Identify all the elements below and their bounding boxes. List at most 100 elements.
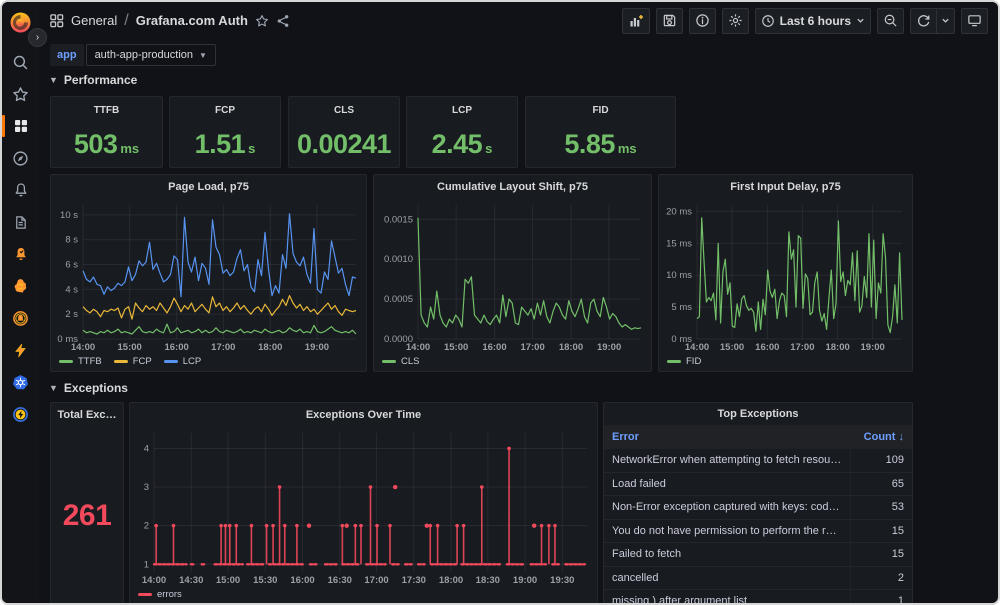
sidebar-item-alerting[interactable]	[2, 174, 39, 206]
sidebar-item-search[interactable]	[2, 46, 39, 78]
stat-panel-lcp: LCP2.45s	[406, 96, 518, 168]
svg-text:17:00: 17:00	[520, 342, 544, 353]
stat-unit: s	[248, 133, 255, 156]
refresh-interval-dropdown[interactable]	[937, 8, 955, 34]
incident-app-icon	[13, 246, 29, 262]
navbar-actions: Last 6 hours	[622, 8, 988, 34]
explore-icon	[12, 150, 29, 167]
sidebar-item-profiles-app[interactable]	[2, 334, 39, 366]
dashboard-settings-button[interactable]	[722, 8, 749, 34]
svg-text:19:30: 19:30	[550, 575, 574, 586]
sidebar-item-dashboards[interactable]	[2, 110, 39, 142]
svg-text:17:00: 17:00	[211, 342, 235, 353]
panel-total-exceptions: Total Exc… 261	[50, 402, 124, 605]
variable-label: app	[50, 44, 84, 66]
share-icon[interactable]	[276, 14, 290, 28]
section-title: Exceptions	[64, 381, 128, 395]
table-row[interactable]: You do not have permission to perform th…	[604, 520, 912, 544]
chevron-down-icon: ▼	[49, 383, 58, 393]
sidebar-item-incident-app[interactable]	[2, 238, 39, 270]
svg-text:19:00: 19:00	[597, 342, 621, 353]
legend-item-errors[interactable]: errors	[138, 589, 182, 600]
panel-cls: Cumulative Layout Shift, p75 0.00000.000…	[373, 174, 652, 372]
panel-title[interactable]: Page Load, p75	[51, 175, 366, 199]
svg-text:19:00: 19:00	[305, 342, 329, 353]
svg-text:5 ms: 5 ms	[671, 302, 692, 313]
refresh-button[interactable]	[910, 8, 937, 34]
svg-text:16:00: 16:00	[482, 342, 506, 353]
stat-panel-fcp: FCP 1.51s	[169, 96, 281, 168]
breadcrumb-folder[interactable]: General	[71, 13, 117, 28]
legend-swatch	[138, 593, 152, 596]
panel-title[interactable]: Total Exc…	[51, 403, 123, 427]
panel-title[interactable]: Cumulative Layout Shift, p75	[374, 175, 651, 199]
error-cell: cancelled	[604, 572, 850, 584]
svg-text:15:00: 15:00	[444, 342, 468, 353]
svg-text:17:30: 17:30	[402, 575, 426, 586]
dashboard-title[interactable]: Grafana.com Auth	[136, 13, 248, 28]
zoom-out-time-button[interactable]	[877, 8, 904, 34]
svg-text:18:00: 18:00	[559, 342, 583, 353]
error-cell: Load failed	[604, 478, 850, 490]
cls-chart[interactable]: 0.00000.00050.00100.001514:0015:0016:001…	[374, 199, 651, 353]
table-row[interactable]: cancelled2	[604, 567, 912, 591]
top-navbar: General / Grafana.com Auth	[39, 2, 998, 39]
stat-value: 1.51	[195, 129, 246, 160]
column-header-error[interactable]: Error	[604, 431, 850, 443]
sort-desc-icon: ↓	[899, 431, 905, 443]
profiles-app-icon	[13, 343, 28, 358]
svg-text:16:00: 16:00	[164, 342, 188, 353]
add-panel-button[interactable]	[622, 8, 650, 34]
star-icon[interactable]	[255, 14, 269, 28]
table-header-row: Error Count ↓	[604, 425, 912, 449]
stat-value: 503	[74, 129, 118, 160]
svg-text:14:00: 14:00	[685, 342, 709, 353]
stat-unit: ms	[120, 133, 139, 156]
sidebar-expand-button[interactable]: ›	[28, 28, 47, 47]
dashboard-insights-button[interactable]	[689, 8, 716, 34]
stat-value: 2.45	[432, 129, 483, 160]
ml-app-icon	[12, 278, 29, 295]
template-variable-row: app auth-app-production ▼	[50, 44, 216, 66]
column-header-count[interactable]: Count ↓	[850, 431, 912, 443]
page-load-chart[interactable]: 0 ms2 s4 s6 s8 s10 s14:0015:0016:0017:00…	[51, 199, 366, 353]
legend-item-ttfb[interactable]: TTFB	[59, 356, 102, 367]
section-exceptions[interactable]: ▼ Exceptions	[49, 381, 128, 395]
table-row[interactable]: Non-Error exception captured with keys: …	[604, 496, 912, 520]
table-row[interactable]: Failed to fetch15	[604, 543, 912, 567]
fid-chart[interactable]: 0 ms5 ms10 ms15 ms20 ms14:0015:0016:0017…	[659, 199, 912, 353]
panel-title[interactable]: CLS	[289, 105, 399, 116]
save-dashboard-button[interactable]	[656, 8, 683, 34]
legend-item-fid[interactable]: FID	[667, 356, 701, 367]
svg-text:18:30: 18:30	[476, 575, 500, 586]
exceptions-chart[interactable]: 123414:0014:3015:0015:3016:0016:3017:001…	[130, 427, 597, 586]
legend-item-fcp[interactable]: FCP	[114, 356, 152, 367]
panel-title[interactable]: LCP	[407, 105, 517, 116]
panel-title[interactable]: FCP	[170, 105, 280, 116]
section-performance[interactable]: ▼ Performance	[49, 73, 137, 87]
table-row[interactable]: NetworkError when attempting to fetch re…	[604, 449, 912, 473]
legend-item-lcp[interactable]: LCP	[164, 356, 201, 367]
panel-title[interactable]: First Input Delay, p75	[659, 175, 912, 199]
sidebar-item-synthetics-app[interactable]	[2, 398, 39, 430]
svg-text:17:00: 17:00	[790, 342, 814, 353]
count-cell: 1	[850, 590, 912, 605]
sidebar-item-docs[interactable]	[2, 206, 39, 238]
sidebar-item-kubernetes-app[interactable]	[2, 366, 39, 398]
tv-mode-button[interactable]	[961, 8, 988, 34]
sidebar-item-explore[interactable]	[2, 142, 39, 174]
sidebar-item-ml-app[interactable]	[2, 270, 39, 302]
sidebar-item-starred[interactable]	[2, 78, 39, 110]
table-row[interactable]: missing ) after argument list1	[604, 590, 912, 605]
legend-label: CLS	[401, 356, 419, 367]
panel-title[interactable]: Exceptions Over Time	[130, 403, 597, 427]
panel-title[interactable]: TTFB	[51, 105, 162, 116]
variable-value-dropdown[interactable]: auth-app-production ▼	[86, 44, 216, 66]
legend-item-cls[interactable]: CLS	[382, 356, 419, 367]
panel-title[interactable]: FID	[526, 105, 675, 116]
sidebar-item-oncall-app[interactable]	[2, 302, 39, 334]
panel-title[interactable]: Top Exceptions	[604, 403, 912, 425]
time-range-picker[interactable]: Last 6 hours	[755, 8, 871, 34]
table-row[interactable]: Load failed65	[604, 473, 912, 497]
legend-swatch	[164, 360, 178, 363]
